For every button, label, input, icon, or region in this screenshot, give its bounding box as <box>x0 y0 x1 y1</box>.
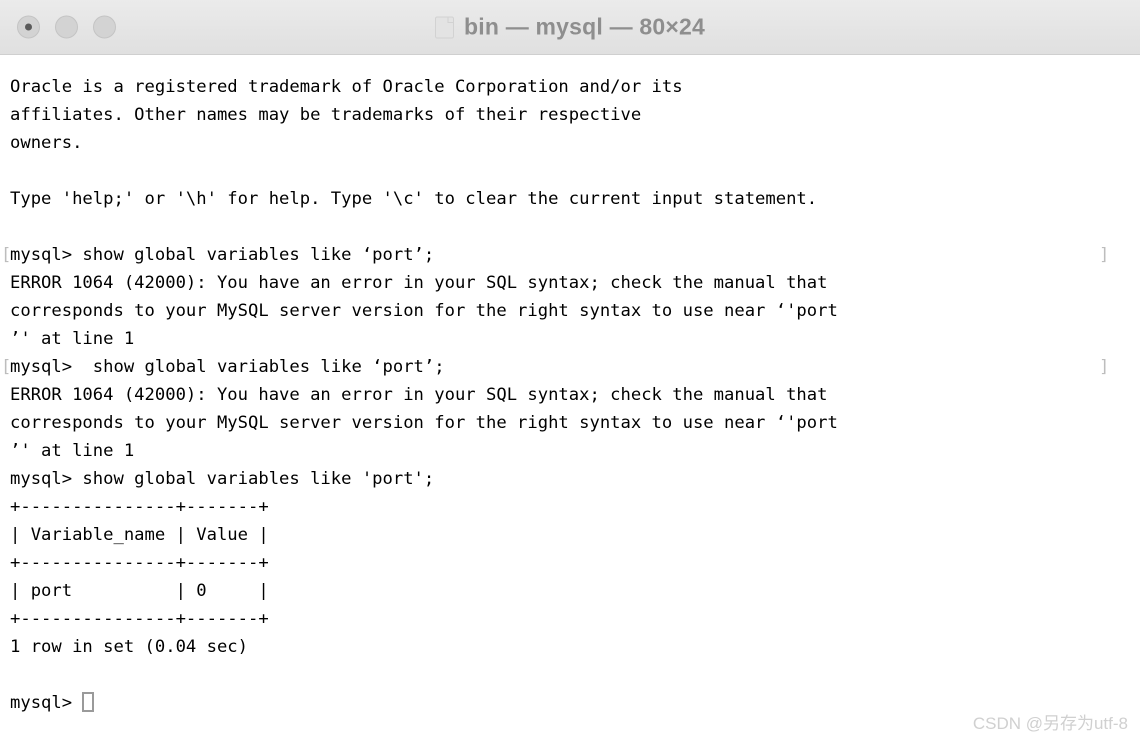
terminal-line-text: | Variable_name | Value | <box>10 525 269 545</box>
terminal-screen: Oracle is a registered trademark of Orac… <box>0 73 1140 717</box>
text-cursor[interactable] <box>82 692 95 712</box>
terminal-line <box>10 213 1140 241</box>
terminal-line: corresponds to your MySQL server version… <box>10 409 1140 437</box>
terminal-line-text: Oracle is a registered trademark of Orac… <box>10 77 683 97</box>
terminal-line-text: affiliates. Other names may be trademark… <box>10 105 642 125</box>
maximize-button[interactable] <box>93 15 116 39</box>
terminal-line-text: 1 row in set (0.04 sec) <box>10 637 248 657</box>
window-title: bin — mysql — 80×24 <box>464 13 705 40</box>
terminal-line: 1 row in set (0.04 sec) <box>10 633 1140 661</box>
terminal-line: mysql> show global variables like 'port'… <box>10 465 1140 493</box>
terminal-line: | port | 0 | <box>10 577 1140 605</box>
terminal-line-text: ERROR 1064 (42000): You have an error in… <box>10 273 828 293</box>
terminal-line-text <box>10 665 20 685</box>
window-controls <box>17 15 116 39</box>
folder-icon <box>435 16 455 38</box>
close-dot <box>25 23 32 31</box>
terminal-line: Oracle is a registered trademark of Orac… <box>10 73 1140 101</box>
terminal-line-text: mysql> show global variables like ‘port’… <box>10 245 435 265</box>
terminal-line: mysql> <box>10 689 1140 717</box>
terminal-line <box>10 661 1140 689</box>
terminal-window: bin — mysql — 80×24 Oracle is a register… <box>0 0 1140 742</box>
watermark: CSDN @另存为utf-8 <box>972 714 1128 733</box>
terminal-line-text <box>10 161 20 181</box>
terminal-line: owners. <box>10 129 1140 157</box>
terminal-line-text: owners. <box>10 133 83 153</box>
terminal-line <box>10 157 1140 185</box>
prompt-marker-open: [ <box>1 245 12 265</box>
terminal-line-text: mysql> <box>10 693 83 713</box>
terminal-line: corresponds to your MySQL server version… <box>10 297 1140 325</box>
prompt-marker-close: ] <box>1099 357 1110 377</box>
terminal-line-text: corresponds to your MySQL server version… <box>10 413 838 433</box>
terminal-line-text: +---------------+-------+ <box>10 609 269 629</box>
terminal-line: [] mysql> show global variables like ‘por… <box>1 353 1140 381</box>
terminal-line-text: +---------------+-------+ <box>10 553 269 573</box>
terminal-line: | Variable_name | Value | <box>10 521 1140 549</box>
terminal-line-text: Type 'help;' or '\h' for help. Type '\c'… <box>10 189 818 209</box>
terminal-line-text: +---------------+-------+ <box>10 497 269 517</box>
terminal-line-text: ’' at line 1 <box>10 441 135 461</box>
terminal-line-text: | port | 0 | <box>10 581 269 601</box>
terminal-line: affiliates. Other names may be trademark… <box>10 101 1140 129</box>
terminal-line-text <box>10 217 20 237</box>
close-button[interactable] <box>17 15 40 39</box>
terminal-line: ’' at line 1 <box>10 325 1140 353</box>
terminal-line: +---------------+-------+ <box>10 605 1140 633</box>
terminal-line: +---------------+-------+ <box>10 493 1140 521</box>
terminal-line: +---------------+-------+ <box>10 549 1140 577</box>
terminal-body[interactable]: Oracle is a registered trademark of Orac… <box>0 55 1140 742</box>
terminal-line: ’' at line 1 <box>10 437 1140 465</box>
prompt-marker-open: [ <box>1 357 12 377</box>
terminal-line: [] mysql> show global variables like ‘por… <box>1 241 1140 269</box>
terminal-line: Type 'help;' or '\h' for help. Type '\c'… <box>10 185 1140 213</box>
terminal-line-text: ERROR 1064 (42000): You have an error in… <box>10 385 828 405</box>
terminal-line: ERROR 1064 (42000): You have an error in… <box>10 269 1140 297</box>
terminal-line-text: mysql> show global variables like ‘port’… <box>10 357 445 377</box>
terminal-line-text: ’' at line 1 <box>10 329 135 349</box>
window-titlebar[interactable]: bin — mysql — 80×24 <box>0 0 1140 55</box>
prompt-marker-close: ] <box>1099 245 1110 265</box>
terminal-line-text: corresponds to your MySQL server version… <box>10 301 838 321</box>
terminal-line: ERROR 1064 (42000): You have an error in… <box>10 381 1140 409</box>
minimize-button[interactable] <box>55 15 78 39</box>
title-block: bin — mysql — 80×24 <box>0 14 1140 41</box>
terminal-line-text: mysql> show global variables like 'port'… <box>10 469 435 489</box>
